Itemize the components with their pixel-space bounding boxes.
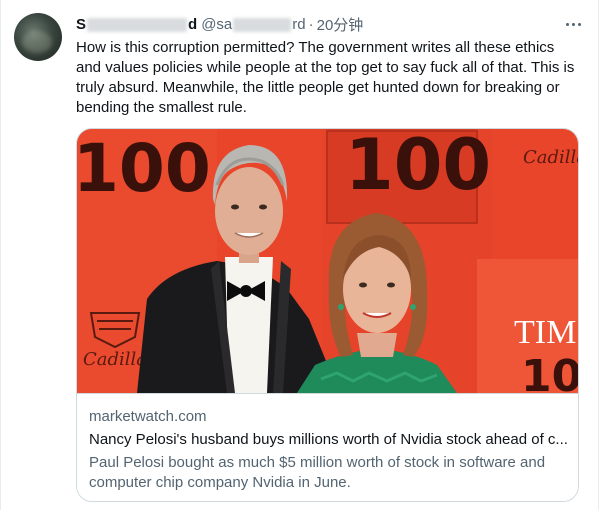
name-start: S <box>76 15 87 33</box>
redacted-name <box>87 17 188 32</box>
divider <box>0 0 1 510</box>
redacted-handle <box>233 17 292 32</box>
more-horizontal-icon <box>565 22 569 26</box>
card-meta[interactable]: marketwatch.com Nancy Pelosi's husband b… <box>77 393 578 501</box>
photo-sign-100-partial: 100 <box>521 351 579 393</box>
more-options-button[interactable] <box>562 14 584 34</box>
separator-dot: · <box>308 15 314 33</box>
card-image[interactable]: 100 100 Cadillac Cadillac TIM 100 <box>77 129 579 393</box>
card-description: Paul Pelosi bought as much $5 million wo… <box>89 454 546 491</box>
handle-start: @sa <box>201 15 233 33</box>
tweet[interactable]: Sd @sa rd · 20分钟 How is this corruption p… <box>0 0 602 510</box>
photo-sign-100-left: 100 <box>77 130 211 207</box>
photo-sign-time: TIM <box>514 314 576 351</box>
card-title: Nancy Pelosi's husband buys millions wor… <box>89 431 568 448</box>
photo-sign-cadillac-right: Cadillac <box>523 147 579 168</box>
card-domain: marketwatch.com <box>89 408 207 425</box>
timestamp[interactable]: 20分钟 <box>317 14 364 35</box>
avatar[interactable] <box>14 13 62 61</box>
photo-sign-100-center: 100 <box>345 129 491 206</box>
tweet-header: Sd @sa rd · 20分钟 <box>76 14 363 34</box>
link-card[interactable]: 100 100 Cadillac Cadillac TIM 100 <box>76 128 579 502</box>
handle-end: rd <box>292 15 306 33</box>
tweet-text: How is this corruption permitted? The go… <box>76 39 575 116</box>
divider <box>598 0 599 510</box>
user-display-name[interactable]: Sd <box>76 16 197 33</box>
name-end: d <box>188 15 198 33</box>
user-handle[interactable]: @sa rd <box>201 16 305 33</box>
